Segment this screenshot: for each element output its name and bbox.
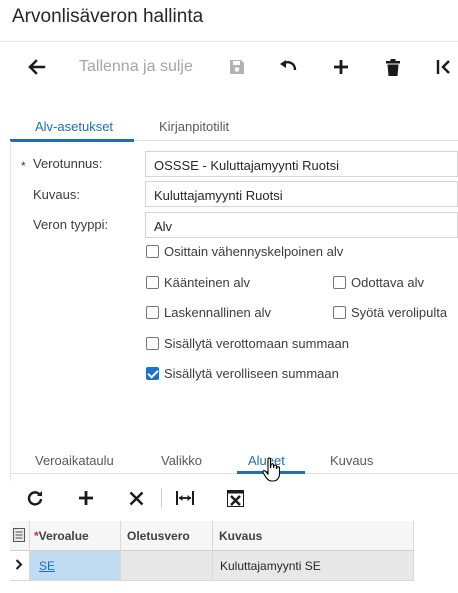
tab-kirjanpitotilit[interactable]: Kirjanpitotilit — [159, 119, 229, 134]
grid-export-button[interactable] — [224, 488, 246, 508]
refresh-icon — [27, 491, 43, 506]
checkbox-verottomaan[interactable]: Sisällytä verottomaan summaan — [146, 336, 349, 351]
checkbox-label: Sisällytä verottomaan summaan — [164, 336, 349, 351]
first-page-icon — [436, 60, 450, 74]
undo-icon — [280, 60, 297, 71]
required-mark: * — [21, 159, 26, 173]
panel-border — [10, 141, 11, 481]
verotunnus-field[interactable]: OSSSE - Kuluttajamyynti Ruotsi — [145, 151, 458, 177]
checkbox-kaanteinen[interactable]: Käänteinen alv — [146, 275, 250, 290]
checkbox-box[interactable] — [333, 276, 346, 289]
checkbox-label: Odottava alv — [351, 275, 424, 290]
checkbox-box[interactable] — [146, 306, 159, 319]
fit-columns-icon — [176, 491, 194, 505]
checkbox-osittain[interactable]: Osittain vähennyskelpoinen alv — [146, 244, 343, 259]
floppy-disk-icon — [230, 60, 244, 74]
column-header-kuvaus[interactable]: Kuvaus — [213, 521, 414, 551]
veroalue-link[interactable]: SE — [39, 559, 55, 573]
first-page-button[interactable] — [433, 56, 455, 78]
tab-valikko[interactable]: Valikko — [161, 453, 202, 468]
checkbox-label: Syötä verolipulta — [351, 305, 448, 320]
delete-button[interactable] — [382, 56, 404, 78]
checkbox-box[interactable] — [146, 276, 159, 289]
veron-tyyppi-label: Veron tyyppi: — [33, 217, 109, 232]
active-tab-indicator — [10, 139, 134, 142]
row-selector[interactable] — [10, 551, 30, 581]
checkbox-label: Laskennallinen alv — [164, 305, 271, 320]
checkbox-label: Sisällytä verolliseen summaan — [164, 366, 339, 381]
trash-icon — [386, 58, 400, 76]
cell-oletusvero[interactable] — [121, 551, 213, 581]
cell-kuvaus[interactable]: Kuluttajamyynti SE — [213, 551, 414, 581]
excel-export-icon — [226, 489, 244, 507]
tab-veroaikataulu[interactable]: Veroaikataulu — [35, 453, 114, 468]
areas-grid: *Veroalue Oletusvero Kuvaus SE Kuluttaja… — [10, 521, 414, 581]
kuvaus-field[interactable]: Kuluttajamyynti Ruotsi — [145, 181, 458, 207]
checkbox-box[interactable] — [146, 245, 159, 258]
plus-icon — [79, 491, 93, 505]
checkbox-box-checked[interactable] — [146, 367, 159, 380]
undo-button[interactable] — [277, 56, 299, 78]
plus-icon — [334, 60, 348, 74]
save-button[interactable] — [226, 56, 248, 78]
checkbox-label: Käänteinen alv — [164, 275, 251, 290]
checkbox-syota-verolipulta[interactable]: Syötä verolipulta — [333, 305, 447, 320]
add-button[interactable] — [330, 56, 352, 78]
grid-add-button[interactable] — [76, 488, 96, 508]
veron-tyyppi-select[interactable]: Alv — [145, 212, 458, 238]
close-icon — [129, 491, 143, 505]
checkbox-verolliseen[interactable]: Sisällytä verolliseen summaan — [146, 366, 339, 381]
file-icon — [13, 528, 25, 542]
bottom-tabs-divider — [10, 473, 458, 474]
tab-alv-asetukset[interactable]: Alv-asetukset — [35, 119, 113, 134]
checkbox-label: Osittain vähennyskelpoinen alv — [164, 244, 344, 259]
grid-refresh-button[interactable] — [25, 488, 45, 508]
checkbox-odottava[interactable]: Odottava alv — [333, 275, 424, 290]
grid-toolbar-separator — [161, 488, 162, 508]
tab-kuvaus[interactable]: Kuvaus — [330, 453, 373, 468]
kuvaus-label: Kuvaus: — [33, 187, 80, 202]
grid-row-selector-header[interactable] — [10, 521, 30, 551]
title-divider — [0, 41, 458, 42]
save-and-close-button[interactable]: Tallenna ja sulje — [79, 58, 193, 76]
grid-fit-columns-button[interactable] — [174, 488, 196, 508]
checkbox-box[interactable] — [333, 306, 346, 319]
checkbox-box[interactable] — [146, 337, 159, 350]
arrow-left-icon — [28, 59, 46, 75]
grid-delete-button[interactable] — [126, 488, 146, 508]
column-header-label: Veroalue — [38, 529, 89, 543]
chevron-right-icon — [15, 559, 23, 570]
page-title: Arvonlisäveron hallinta — [12, 6, 204, 27]
checkbox-laskennallinen[interactable]: Laskennallinen alv — [146, 305, 271, 320]
column-header-veroalue[interactable]: *Veroalue — [30, 521, 121, 551]
verotunnus-label: Verotunnus: — [33, 156, 103, 171]
hand-cursor-icon — [262, 457, 281, 482]
back-button[interactable] — [26, 56, 48, 78]
cell-veroalue[interactable]: SE — [30, 551, 121, 581]
column-header-oletusvero[interactable]: Oletusvero — [121, 521, 213, 551]
